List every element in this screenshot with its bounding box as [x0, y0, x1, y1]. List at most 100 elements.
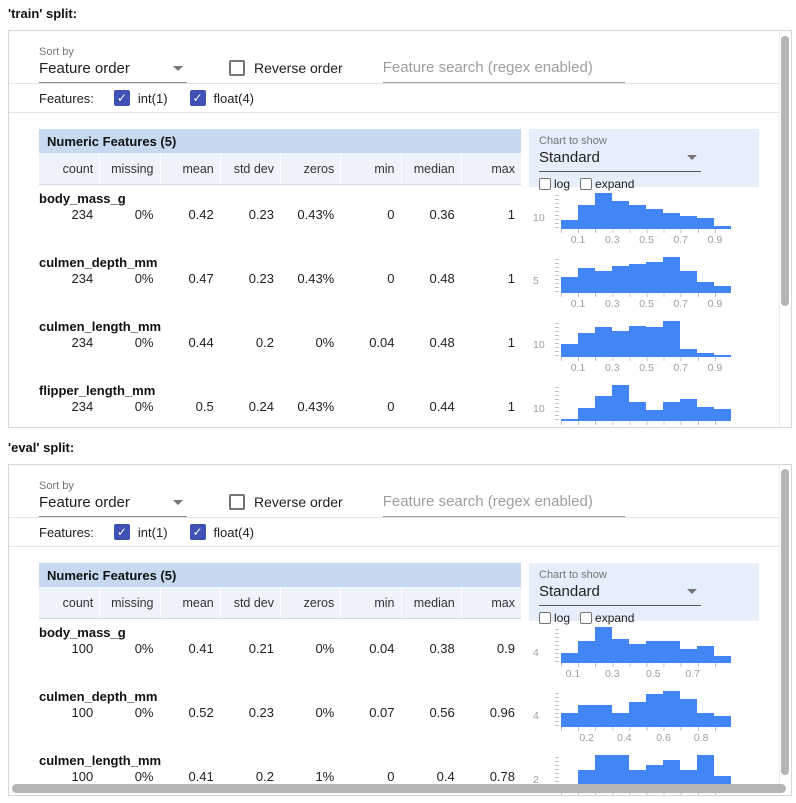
vertical-scrollbar[interactable] [779, 465, 791, 795]
x-axis-tick-label: 0.4 [617, 732, 632, 744]
histogram-bar [697, 218, 714, 229]
histogram-bar [561, 344, 578, 357]
stat-value: 0.43% [280, 207, 340, 222]
histogram-bar [561, 220, 578, 229]
stat-value: 0.4 [401, 769, 461, 784]
stat-value: 1 [461, 271, 521, 286]
x-axis-tick-label: 0.1 [571, 234, 586, 246]
feature-search-input[interactable] [383, 493, 625, 517]
feature-name: body_mass_g [39, 191, 526, 206]
x-axis-labels: 0.10.30.50.70.9 [561, 297, 732, 310]
column-header: count [39, 587, 99, 618]
float-filter-checkbox[interactable]: ✓ [190, 90, 206, 106]
int-filter-checkbox[interactable]: ✓ [114, 524, 130, 540]
expand-checkbox[interactable] [580, 612, 592, 624]
histogram-bar [663, 321, 680, 357]
histogram-bar [697, 353, 714, 357]
stats-content: Numeric Features (5) countmissingmeanstd… [9, 113, 791, 428]
histogram-bar [595, 705, 612, 727]
features-label: Features: [39, 91, 94, 106]
histogram-bar [680, 216, 697, 229]
column-header: std dev [220, 153, 280, 184]
column-header: max [461, 153, 521, 184]
numeric-features-header: Numeric Features (5) [39, 563, 521, 587]
column-header: min [340, 587, 400, 618]
table-row: flipper_length_mm2340%0.50.240.43%00.441 [39, 383, 526, 428]
histogram-bar [629, 702, 646, 727]
x-axis-labels [561, 795, 732, 796]
x-axis-tick-label: 0.9 [708, 298, 723, 310]
x-axis-labels: 0.10.30.50.70.9 [561, 233, 732, 246]
histogram-bar [680, 271, 697, 294]
reverse-order-label: Reverse order [254, 494, 343, 510]
log-checkbox[interactable] [539, 612, 551, 624]
table-row: culmen_depth_mm2340%0.470.230.43%00.481 [39, 255, 526, 313]
x-axis-tick-label: 0.9 [708, 426, 723, 428]
column-header: median [401, 153, 461, 184]
chart-type-dropdown[interactable]: Standard [539, 149, 701, 172]
y-axis-ruler [555, 629, 559, 663]
x-axis-labels: 0.10.30.50.7 [561, 667, 732, 680]
histogram-bar [697, 407, 714, 421]
reverse-order-checkbox[interactable] [229, 494, 245, 510]
histogram-bar [714, 409, 731, 421]
histogram-bar [612, 331, 629, 357]
histogram-bar [646, 410, 663, 421]
chart-type-dropdown[interactable]: Standard [539, 583, 701, 606]
stat-value: 0 [340, 271, 400, 286]
histogram-bar [578, 268, 595, 293]
histogram-bar [646, 327, 663, 357]
reverse-order-checkbox[interactable] [229, 60, 245, 76]
expand-option: expand [580, 611, 634, 625]
expand-checkbox[interactable] [580, 178, 592, 190]
sort-by-label: Sort by [39, 480, 187, 492]
features-filter-row: Features: ✓ int(1) ✓ float(4) [9, 83, 791, 113]
int-filter-label: int(1) [138, 525, 168, 540]
histogram-bar [561, 653, 578, 663]
log-option: log [539, 611, 570, 625]
histogram-bar [595, 193, 612, 229]
stat-value: 100 [39, 705, 99, 720]
reverse-order-option: Reverse order [229, 60, 343, 83]
log-checkbox[interactable] [539, 178, 551, 190]
stat-value: 0% [99, 769, 159, 784]
histogram-bar [714, 226, 731, 229]
horizontal-scrollbar-thumb[interactable] [12, 784, 786, 793]
feature-search-input[interactable] [383, 59, 625, 83]
histogram-flipper_length_mm: 100.10.30.50.70.9 [529, 383, 767, 428]
y-axis-tick-label: 4 [533, 647, 539, 659]
stat-value: 0.41 [160, 769, 220, 784]
chart-to-show-panel: Chart to show Standard log expand [529, 563, 759, 621]
stat-value: 0.23 [220, 207, 280, 222]
x-axis-tick-label: 0.5 [646, 668, 661, 680]
vertical-scrollbar[interactable] [779, 31, 791, 427]
histogram-bar [595, 627, 612, 663]
stat-value: 0.5 [160, 399, 220, 414]
chart-type-value: Standard [539, 583, 600, 600]
column-header: zeros [280, 153, 340, 184]
stat-value: 100 [39, 641, 99, 656]
histogram-culmen_length_mm: 100.10.30.50.70.9 [529, 319, 767, 379]
histogram-body_mass_g: 100.10.30.50.70.9 [529, 191, 767, 251]
float-filter-checkbox[interactable]: ✓ [190, 524, 206, 540]
controls-row: Sort by Feature order Reverse order [9, 31, 791, 83]
histogram-bar [663, 691, 680, 727]
stat-value: 0.42 [160, 207, 220, 222]
histogram-bar [697, 713, 714, 727]
stat-value: 0.52 [160, 705, 220, 720]
numeric-features-table: Numeric Features (5) countmissingmeanstd… [39, 129, 526, 428]
int-filter-checkbox[interactable]: ✓ [114, 90, 130, 106]
histogram-bar [612, 385, 629, 421]
sort-by-dropdown[interactable]: Sort by Feature order [39, 480, 187, 517]
charts-column: Chart to show Standard log expand 10 [529, 129, 767, 428]
histogram-bar [595, 271, 612, 294]
vertical-scrollbar-thumb[interactable] [781, 469, 789, 775]
train-split-panel: Sort by Feature order Reverse order Feat… [8, 30, 792, 428]
histogram-bar [595, 396, 612, 421]
x-axis-tick-label: 0.6 [656, 732, 671, 744]
vertical-scrollbar-thumb[interactable] [781, 36, 789, 306]
sort-by-dropdown[interactable]: Sort by Feature order [39, 46, 187, 83]
chevron-down-icon [687, 589, 697, 594]
y-axis-tick-label: 4 [533, 710, 539, 722]
column-header: count [39, 153, 99, 184]
